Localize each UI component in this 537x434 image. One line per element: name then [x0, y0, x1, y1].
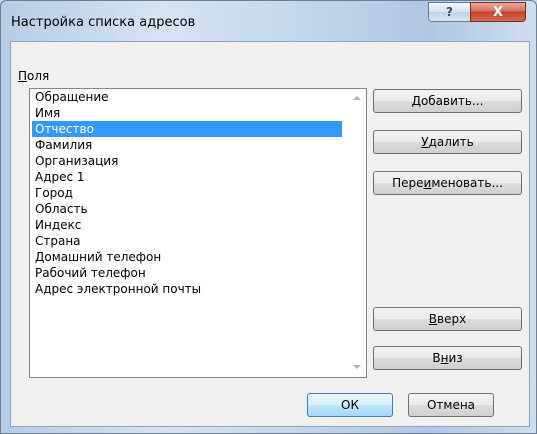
add-button-label: обавить...	[420, 94, 484, 108]
rename-button[interactable]: Пере и меновать...	[373, 171, 522, 195]
list-item[interactable]: Страна	[32, 233, 342, 249]
scroll-up-arrow-icon[interactable]	[353, 96, 361, 100]
window-title: Настройка списка адресов	[11, 15, 196, 30]
move-up-label: верх	[437, 312, 467, 326]
add-button-accel: Д	[411, 94, 421, 108]
delete-button-accel: У	[421, 135, 429, 149]
list-item[interactable]: Имя	[32, 105, 342, 121]
move-down-label: из	[448, 351, 463, 365]
fields-listbox[interactable]: Обращение Имя Отчество Фамилия Организация Ад…	[29, 88, 367, 378]
fields-list: Обращение Имя Отчество Фамилия Организация Ад…	[32, 89, 342, 297]
move-up-accel: В	[428, 312, 438, 326]
list-item[interactable]: Область	[32, 201, 342, 217]
move-up-button[interactable]: Вверх	[373, 307, 522, 331]
list-item[interactable]: Рабочий телефон	[32, 265, 342, 281]
list-scrollbar[interactable]	[349, 89, 366, 377]
help-icon: ?	[446, 5, 453, 19]
fields-label-accel: П	[18, 69, 28, 83]
close-button[interactable]: X	[470, 2, 526, 22]
move-down-pre: В	[432, 351, 441, 365]
list-item[interactable]: Адрес 1	[32, 169, 342, 185]
cancel-button[interactable]: Отмена	[408, 393, 494, 417]
list-item[interactable]: Индекс	[32, 217, 342, 233]
add-button[interactable]: Добавить...	[373, 89, 522, 113]
fields-label-rest: оля	[27, 69, 50, 83]
ok-button[interactable]: ОК	[307, 393, 393, 417]
move-down-button[interactable]: Вн из	[373, 346, 522, 370]
help-button[interactable]: ?	[428, 2, 471, 22]
list-item[interactable]: Организация	[32, 153, 342, 169]
list-item[interactable]: Обращение	[32, 89, 342, 105]
list-item[interactable]: Отчество	[32, 121, 342, 137]
delete-button-label: далить	[428, 135, 474, 149]
rename-button-accel: и	[423, 176, 432, 190]
list-item[interactable]: Город	[32, 185, 342, 201]
list-item[interactable]: Адрес электронной почты	[32, 281, 342, 297]
fields-label: Поля	[18, 69, 49, 83]
list-item[interactable]: Домашний телефон	[32, 249, 342, 265]
move-down-accel: н	[440, 351, 449, 365]
dialog-window: Настройка списка адресов ? X Поля Обраще…	[0, 0, 537, 434]
list-item[interactable]: Фамилия	[32, 137, 342, 153]
scroll-down-arrow-icon[interactable]	[353, 365, 361, 369]
rename-button-label: меновать...	[431, 176, 503, 190]
rename-button-pre: Пере	[392, 176, 424, 190]
dialog-content: Поля Обращение Имя Отчество Фамилия Организа…	[10, 41, 530, 427]
delete-button[interactable]: Удалить	[373, 130, 522, 154]
close-icon: X	[492, 4, 504, 20]
